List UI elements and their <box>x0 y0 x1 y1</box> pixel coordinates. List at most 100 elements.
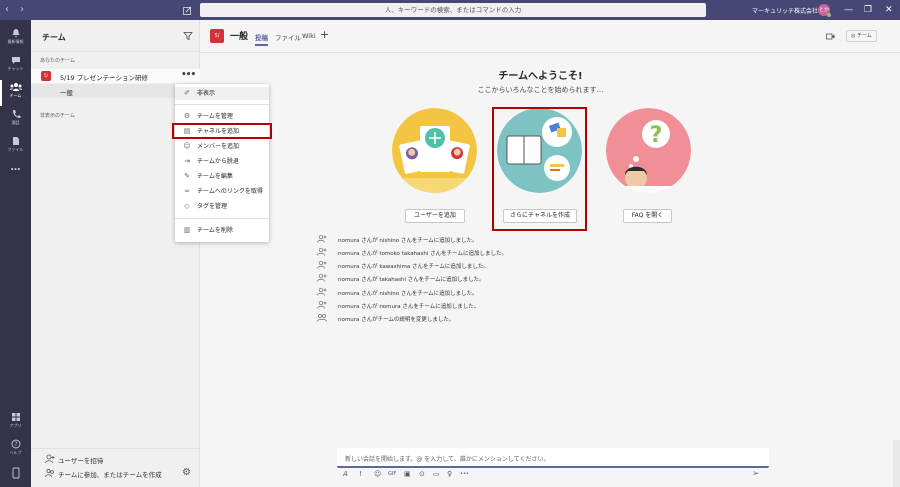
search-input[interactable]: 人、キーワードの検索、またはコマンドの入力 <box>200 3 706 17</box>
edit-icon: ✎ <box>184 172 190 180</box>
channel-team-avatar: 5/ <box>210 29 224 43</box>
join-team-icon <box>45 468 54 478</box>
forward-arrow-icon[interactable]: › <box>20 4 24 15</box>
menu-item-get-link[interactable]: ∞ チームへのリンクを取得 <box>175 185 269 198</box>
team-row[interactable]: 5/ 5/19 プレゼンテーション研修 ••• <box>31 69 200 83</box>
sticker-icon[interactable]: ▣ <box>404 470 411 478</box>
menu-item-delete-team[interactable]: ▥ チームを削除 <box>175 224 269 237</box>
team-info-button[interactable]: ◎ チーム <box>846 30 877 42</box>
rail-item-teams[interactable]: チーム <box>0 78 31 108</box>
presence-dot-icon <box>827 13 831 17</box>
compose-icon[interactable] <box>183 6 192 15</box>
menu-item-label: チームを管理 <box>197 113 233 120</box>
welcome-subtitle: ここからいろんなことを始められます… <box>477 86 604 94</box>
rail-label: チーム <box>9 93 22 98</box>
your-teams-label: あなたのチーム <box>40 58 75 64</box>
back-arrow-icon[interactable]: ‹ <box>5 4 9 15</box>
menu-item-add-member[interactable]: ☺ メンバーを追加 <box>175 140 269 153</box>
praise-icon[interactable]: ♀ <box>447 470 452 478</box>
meet-now-icon[interactable] <box>826 32 835 41</box>
device-icon <box>12 467 19 479</box>
menu-item-label: チームを削除 <box>197 227 233 234</box>
member-added-icon <box>317 260 327 269</box>
activity-text: nomura さんが tomoko takahashi さんをチームに追加しまし… <box>338 251 507 257</box>
filter-icon[interactable] <box>183 31 193 41</box>
compose-placeholder: 新しい会話を開始します。@ を入力して、誰かにメンションしてください。 <box>345 456 550 463</box>
menu-divider <box>175 218 269 219</box>
meet-icon[interactable]: ⊙ <box>419 470 425 478</box>
rail-label: 最新情報 <box>7 39 24 44</box>
menu-divider <box>175 104 269 105</box>
menu-item-label: メンバーを追加 <box>197 143 240 150</box>
rail-label: 通話 <box>11 120 20 125</box>
send-icon[interactable]: ➢ <box>752 469 760 479</box>
link-icon: ∞ <box>184 187 190 195</box>
activity-text: nomura さんが nishino さんをチームに追加しました。 <box>338 291 478 297</box>
importance-icon[interactable]: ! <box>359 470 362 478</box>
rail-item-device[interactable] <box>0 461 31 487</box>
apps-icon <box>11 413 20 421</box>
add-people-illustration <box>392 108 477 193</box>
compose-box[interactable]: 新しい会話を開始します。@ を入力して、誰かにメンションしてください。 <box>337 448 769 468</box>
chat-icon <box>11 57 20 64</box>
menu-item-label: 非表示 <box>197 90 216 97</box>
rail-item-apps[interactable]: アプリ <box>0 408 31 438</box>
leave-team-icon: ⇥ <box>184 157 190 165</box>
tab-posts[interactable]: 投稿 <box>255 32 268 46</box>
menu-item-label: チームから脱退 <box>197 158 239 165</box>
delete-icon: ▥ <box>183 226 191 234</box>
tab-wiki[interactable]: Wiki <box>302 32 316 40</box>
rail-label: アプリ <box>9 423 22 428</box>
stream-icon[interactable]: ▭ <box>433 470 440 478</box>
channel-name: 一般 <box>60 89 73 97</box>
activity-text: nomura さんがチームの説明を変更しました。 <box>338 317 455 323</box>
menu-item-leave-team[interactable]: ⇥ チームから脱退 <box>175 155 269 168</box>
more-options-icon[interactable]: ••• <box>460 471 469 477</box>
faq-illustration: ? <box>606 108 691 193</box>
restore-icon[interactable]: ❐ <box>864 4 872 16</box>
more-options-icon[interactable]: ••• <box>181 70 196 80</box>
rail-label: ファイル <box>7 147 24 152</box>
team-avatar: 5/ <box>41 71 51 81</box>
menu-item-hide[interactable]: ✐ 非表示 <box>175 87 269 100</box>
menu-item-edit-team[interactable]: ✎ チームを編集 <box>175 170 269 183</box>
minimize-icon[interactable]: — <box>844 4 853 16</box>
member-added-icon <box>317 287 327 296</box>
format-icon[interactable]: A <box>343 470 348 478</box>
rail-item-calls[interactable]: 通話 <box>0 105 31 135</box>
team-context-menu: ✐ 非表示 ⚙ チームを管理 ▤ チャネルを追加 ☺ メンバーを追加 ⇥ チーム… <box>175 84 269 242</box>
welcome-title: チームへようこそ! <box>498 71 583 82</box>
file-icon <box>12 137 19 145</box>
activity-text: nomura さんが takahashi さんをチームに追加しました。 <box>338 277 485 283</box>
member-added-icon <box>317 273 327 282</box>
gif-icon[interactable]: GIF <box>388 471 396 477</box>
rail-item-chat[interactable]: チャット <box>0 51 31 81</box>
hidden-teams-label: 非表示のチーム <box>40 113 75 119</box>
add-users-button[interactable]: ユーザーを追加 <box>405 209 465 223</box>
menu-item-manage-team[interactable]: ⚙ チームを管理 <box>175 110 269 123</box>
more-icon[interactable]: … <box>0 158 31 188</box>
open-faq-button[interactable]: FAQ を開く <box>623 209 672 223</box>
activity-text: nomura さんが nishino さんをチームに追加しました。 <box>338 238 478 244</box>
app-rail: 最新情報 チャット チーム 通話 ファイル … アプリ ? ヘルプ <box>0 20 31 487</box>
menu-item-label: タグを管理 <box>197 203 228 210</box>
highlight-box <box>492 107 587 231</box>
emoji-icon[interactable]: ☺ <box>374 470 381 478</box>
teams-icon <box>9 83 22 91</box>
settings-gear-icon[interactable]: ⚙ <box>182 467 191 478</box>
member-added-icon <box>317 234 327 243</box>
scrollbar[interactable] <box>893 440 900 487</box>
highlight-box <box>172 123 272 139</box>
channel-header: 5/ 一般 投稿 ファイル Wiki + ◎ チーム <box>200 20 900 53</box>
menu-item-manage-tags[interactable]: ◇ タグを管理 <box>175 200 269 213</box>
activity-text: nomura さんが kawashima さんをチームに追加しました。 <box>338 264 489 270</box>
tab-files[interactable]: ファイル <box>275 32 301 42</box>
rail-label: チャット <box>7 66 24 71</box>
add-tab-icon[interactable]: + <box>320 28 329 41</box>
manage-team-icon: ⚙ <box>183 112 191 120</box>
rail-item-activity[interactable]: 最新情報 <box>0 24 31 54</box>
org-name: マーキュリッチ株式会社 <box>752 8 819 15</box>
close-icon[interactable]: ✕ <box>885 4 893 16</box>
svg-text:?: ? <box>650 123 663 148</box>
team-name: 5/19 プレゼンテーション研修 <box>60 74 149 82</box>
